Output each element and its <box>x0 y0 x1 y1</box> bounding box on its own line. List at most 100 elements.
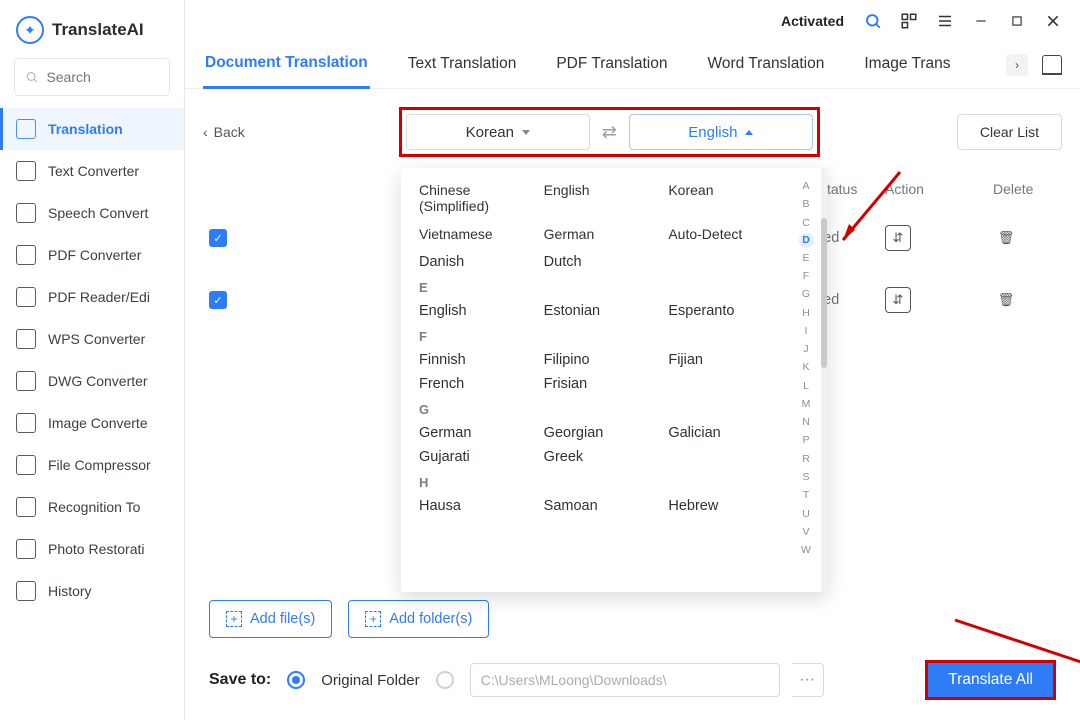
index-letter[interactable]: N <box>802 414 810 430</box>
sidebar-item-image[interactable]: Image Converte <box>0 402 184 444</box>
row-checkbox[interactable]: ✓ <box>209 291 227 309</box>
add-folder-button[interactable]: +Add folder(s) <box>348 600 489 638</box>
group-letter: H <box>419 475 773 490</box>
index-letter[interactable]: B <box>802 196 809 212</box>
row-action-icon[interactable]: ⇵ <box>885 287 911 313</box>
index-letter[interactable]: C <box>802 215 810 231</box>
back-button[interactable]: ‹ Back <box>203 124 245 140</box>
lang-option[interactable]: Filipino <box>544 352 649 368</box>
sidebar-item-speech-convert[interactable]: Speech Convert <box>0 192 184 234</box>
clear-list-button[interactable]: Clear List <box>957 114 1062 150</box>
index-letter[interactable]: T <box>803 487 809 503</box>
index-letter[interactable]: S <box>802 469 809 485</box>
lang-option[interactable] <box>668 376 773 392</box>
lang-option[interactable]: Finnish <box>419 352 524 368</box>
plus-icon: + <box>365 611 381 627</box>
sidebar-item-pdf-converter[interactable]: PDF Converter <box>0 234 184 276</box>
tab-image[interactable]: Image Trans <box>862 43 952 87</box>
minimize-icon[interactable] <box>972 12 990 30</box>
tab-text[interactable]: Text Translation <box>406 43 519 87</box>
index-letter[interactable]: P <box>802 432 809 448</box>
index-letter[interactable]: G <box>802 286 810 302</box>
delete-icon[interactable]: 🗑 <box>993 287 1019 313</box>
row-action-icon[interactable]: ⇵ <box>885 225 911 251</box>
tab-document[interactable]: Document Translation <box>203 42 370 89</box>
sidebar-item-compressor[interactable]: File Compressor <box>0 444 184 486</box>
lang-option[interactable]: Frisian <box>544 376 649 392</box>
swap-languages-icon[interactable]: ⇄ <box>602 122 617 143</box>
tab-word[interactable]: Word Translation <box>705 43 826 87</box>
lang-option[interactable]: Georgian <box>544 425 649 441</box>
dropdown-scrollbar[interactable] <box>821 168 827 592</box>
sidebar-item-translation[interactable]: Translation <box>0 108 184 150</box>
sidebar-item-wps[interactable]: WPS Converter <box>0 318 184 360</box>
index-letter[interactable]: A <box>802 178 809 194</box>
index-letter[interactable]: L <box>803 378 809 394</box>
lang-option[interactable]: German <box>419 425 524 441</box>
index-letter[interactable]: J <box>803 341 808 357</box>
lang-option[interactable]: Gujarati <box>419 449 524 465</box>
lang-option[interactable]: Chinese (Simplified) <box>419 182 524 214</box>
index-letter[interactable]: R <box>802 451 810 467</box>
index-letter[interactable]: E <box>802 250 809 266</box>
index-letter[interactable]: U <box>802 506 810 522</box>
sidebar-item-recognition[interactable]: Recognition To <box>0 486 184 528</box>
delete-icon[interactable]: 🗑 <box>993 225 1019 251</box>
index-letter[interactable]: V <box>802 524 809 540</box>
save-path-field[interactable]: C:\Users\MLoong\Downloads\ <box>470 663 780 697</box>
lang-option[interactable]: Galician <box>668 425 773 441</box>
lang-option[interactable] <box>668 449 773 465</box>
index-letter[interactable]: H <box>802 305 810 321</box>
qr-icon[interactable] <box>900 12 918 30</box>
lang-option[interactable]: English <box>419 303 524 319</box>
sidebar-item-dwg[interactable]: DWG Converter <box>0 360 184 402</box>
home-icon[interactable] <box>1042 55 1062 75</box>
source-language-select[interactable]: Korean <box>406 114 590 150</box>
browse-path-button[interactable]: ··· <box>792 663 824 697</box>
lang-option[interactable]: Dutch <box>544 254 649 270</box>
lang-option[interactable]: Vietnamese <box>419 226 524 242</box>
sidebar-item-text-converter[interactable]: Text Converter <box>0 150 184 192</box>
add-file-button[interactable]: +Add file(s) <box>209 600 332 638</box>
radio-original-folder[interactable] <box>287 671 305 689</box>
lang-option[interactable] <box>668 254 773 270</box>
maximize-icon[interactable] <box>1008 12 1026 30</box>
radio-custom-path[interactable] <box>436 671 454 689</box>
group-letter: G <box>419 402 773 417</box>
search-titlebar-icon[interactable] <box>864 12 882 30</box>
chevron-up-icon <box>745 130 753 135</box>
lang-option[interactable]: German <box>544 226 649 242</box>
index-letter[interactable]: K <box>802 359 809 375</box>
index-letter[interactable]: F <box>803 268 809 284</box>
sidebar-item-history[interactable]: History <box>0 570 184 612</box>
lang-option[interactable]: Fijian <box>668 352 773 368</box>
sidebar-item-pdf-reader[interactable]: PDF Reader/Edi <box>0 276 184 318</box>
lang-option[interactable]: Greek <box>544 449 649 465</box>
row-checkbox[interactable]: ✓ <box>209 229 227 247</box>
scrollbar-thumb[interactable] <box>821 218 827 368</box>
lang-option[interactable]: French <box>419 376 524 392</box>
tab-pdf[interactable]: PDF Translation <box>554 43 669 87</box>
translate-all-button[interactable]: Translate All <box>925 660 1056 700</box>
menu-icon[interactable] <box>936 12 954 30</box>
lang-option[interactable]: Danish <box>419 254 524 270</box>
index-letter[interactable]: I <box>805 323 808 339</box>
tabs-next-icon[interactable]: › <box>1006 54 1028 76</box>
lang-option[interactable]: Korean <box>668 182 773 214</box>
lang-option[interactable]: Hausa <box>419 498 524 514</box>
target-language-select[interactable]: English <box>629 114 813 150</box>
index-letter[interactable]: W <box>801 542 811 558</box>
index-letter[interactable]: M <box>802 396 811 412</box>
sidebar-item-photo[interactable]: Photo Restorati <box>0 528 184 570</box>
search-input[interactable] <box>46 69 159 85</box>
lang-option[interactable]: English <box>544 182 649 214</box>
lang-option[interactable]: Esperanto <box>668 303 773 319</box>
lang-option[interactable]: Auto-Detect <box>668 226 773 242</box>
close-icon[interactable] <box>1044 12 1062 30</box>
pdf-icon <box>16 245 36 265</box>
lang-option[interactable]: Hebrew <box>668 498 773 514</box>
index-letter[interactable]: D <box>799 233 814 248</box>
sidebar-search[interactable] <box>14 58 170 96</box>
lang-option[interactable]: Estonian <box>544 303 649 319</box>
lang-option[interactable]: Samoan <box>544 498 649 514</box>
